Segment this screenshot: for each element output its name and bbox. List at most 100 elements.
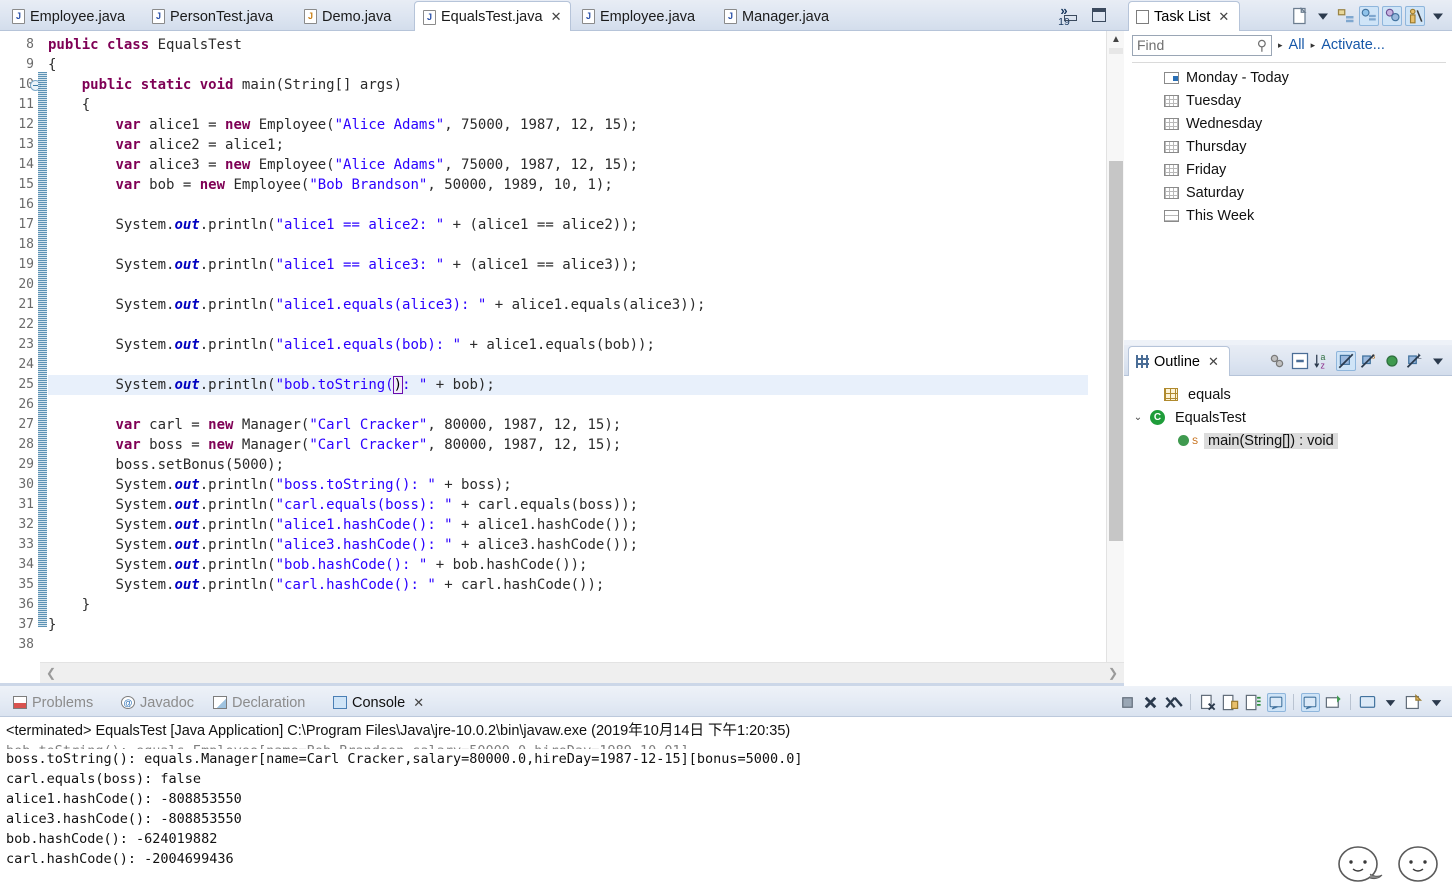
line-number: 32 xyxy=(18,517,34,532)
code-token: } xyxy=(81,597,91,613)
filter-activate-link[interactable]: Activate... xyxy=(1321,37,1385,53)
code-token: , 80000, 1987, 12, 15); xyxy=(427,437,622,453)
tab-outline[interactable]: Outline ✕ xyxy=(1128,346,1230,376)
editor-tab-bar: J Employee.java J PersonTest.java J Demo.java… xyxy=(0,0,1124,32)
close-icon[interactable]: ✕ xyxy=(413,695,424,711)
close-icon[interactable]: ✕ xyxy=(1218,9,1229,25)
open-console-dropdown-icon[interactable] xyxy=(1427,693,1446,712)
console-output-line: bob.toString(): equals.Employee[name=Bob… xyxy=(6,741,1306,749)
sort-alphabetically-icon[interactable]: az xyxy=(1313,351,1333,371)
show-console-on-output-icon[interactable] xyxy=(1267,692,1286,712)
show-console-on-error-icon[interactable] xyxy=(1301,692,1320,712)
line-number: 12 xyxy=(18,117,34,132)
close-icon[interactable]: ✕ xyxy=(1208,354,1219,370)
minimize-icon xyxy=(1064,15,1077,21)
task-list-item-label: Tuesday xyxy=(1186,92,1242,109)
task-list-item[interactable]: Friday xyxy=(1124,158,1452,181)
editor-horizontal-scrollbar[interactable]: ❮ ❯ xyxy=(40,662,1124,683)
scroll-up-icon[interactable]: ▲ xyxy=(1107,31,1125,48)
editor-vertical-scrollbar[interactable]: ▲ xyxy=(1106,31,1124,662)
console-tab-javadoc[interactable]: @ Javadoc xyxy=(114,689,201,716)
outline-item[interactable]: equals xyxy=(1124,383,1452,406)
task-list-item[interactable]: Saturday xyxy=(1124,181,1452,204)
collapse-all-icon[interactable] xyxy=(1290,351,1310,371)
task-list-view: Task List ✕ Find ⚲ ▸ All ▸ Activate... M… xyxy=(1124,0,1452,340)
line-number: 11 xyxy=(18,97,34,112)
task-list-item[interactable]: Thursday xyxy=(1124,135,1452,158)
outline-item[interactable]: ⌄ C EqualsTest xyxy=(1124,406,1452,429)
task-list-item[interactable]: Wednesday xyxy=(1124,112,1452,135)
code-token: "Bob Brandson" xyxy=(309,177,428,193)
categorize-icon[interactable] xyxy=(1336,6,1356,26)
console-output[interactable]: bob.toString(): equals.Employee[name=Bob… xyxy=(6,741,1306,869)
minimize-editor-button[interactable] xyxy=(1064,8,1082,24)
editor-tab-0[interactable]: J Employee.java xyxy=(4,2,134,31)
console-panel: Problems @ Javadoc Declaration Console ✕ <ter… xyxy=(0,686,1452,882)
new-task-icon[interactable] xyxy=(1290,6,1310,26)
code-token: + alice1.equals(alice3)); xyxy=(486,297,706,313)
console-output-line: alice1.hashCode(): -808853550 xyxy=(6,791,242,807)
display-selected-console-icon[interactable] xyxy=(1358,693,1377,712)
code-token: Employee( xyxy=(250,157,335,173)
line-number-gutter[interactable]: 8 9 10 11 12 13 14 15 16 17 18 19 20 21 22 23 24 25 26 27 28… xyxy=(0,31,41,662)
console-tab-console[interactable]: Console ✕ xyxy=(326,689,431,716)
code-token: + bob); xyxy=(427,377,495,393)
scroll-left-icon[interactable]: ❮ xyxy=(42,663,60,684)
tab-task-list[interactable]: Task List ✕ xyxy=(1128,1,1241,31)
outline-item-label: main(String[]) : void xyxy=(1204,432,1338,449)
editor-tab-3[interactable]: J EqualsTest.java ✕ xyxy=(414,1,572,32)
hide-non-public-icon[interactable] xyxy=(1382,351,1402,371)
hide-static-fields-icon[interactable]: s xyxy=(1359,351,1379,371)
static-marker-icon: S xyxy=(1192,435,1199,446)
code-token: System. xyxy=(115,517,175,533)
presentation-icon[interactable] xyxy=(1359,5,1379,26)
remove-launch-icon[interactable] xyxy=(1141,693,1160,712)
chevron-down-icon[interactable]: ⌄ xyxy=(1132,412,1144,423)
new-task-dropdown-icon[interactable] xyxy=(1313,6,1333,26)
class-icon: C xyxy=(1150,410,1165,425)
filter-all-link[interactable]: All xyxy=(1289,37,1305,53)
code-text[interactable]: public class EqualsTest { public static v… xyxy=(48,31,1088,662)
code-token: boss = xyxy=(140,437,209,453)
terminate-all-icon[interactable] xyxy=(1118,693,1137,712)
code-token: var xyxy=(115,117,141,133)
code-line: System.out.println("alice1.equals(alice3… xyxy=(48,295,705,315)
console-tab-declaration[interactable]: Declaration xyxy=(206,689,312,716)
pin-console-icon[interactable] xyxy=(1324,693,1343,712)
hide-fields-icon[interactable] xyxy=(1336,350,1356,371)
task-list-item[interactable]: Monday - Today xyxy=(1124,66,1452,89)
task-list-item[interactable]: This Week xyxy=(1124,204,1452,227)
scroll-lock-icon[interactable] xyxy=(1221,693,1240,712)
synchronize-changed-icon[interactable] xyxy=(1405,5,1425,26)
clear-console-icon[interactable] xyxy=(1198,693,1217,712)
editor-tab-4[interactable]: J Employee.java xyxy=(574,2,704,31)
code-token: .println( xyxy=(199,337,276,353)
search-icon[interactable]: ⚲ xyxy=(1257,37,1267,54)
code-line: System.out.println("bob.hashCode(): " + … xyxy=(48,555,587,575)
open-console-icon[interactable] xyxy=(1404,693,1423,712)
vertical-scroll-thumb[interactable] xyxy=(1109,161,1123,541)
display-selected-console-dropdown-icon[interactable] xyxy=(1381,693,1400,712)
console-icon xyxy=(333,696,347,709)
code-token: { xyxy=(48,57,57,73)
view-menu-icon[interactable] xyxy=(1428,6,1448,26)
find-input[interactable]: Find ⚲ xyxy=(1132,34,1272,56)
close-icon[interactable]: ✕ xyxy=(551,9,562,25)
editor-tab-5[interactable]: J Manager.java xyxy=(716,2,838,31)
task-list-filter-row: Find ⚲ ▸ All ▸ Activate... xyxy=(1124,31,1452,59)
focus-on-active-task-icon[interactable] xyxy=(1267,351,1287,371)
console-tab-problems[interactable]: Problems xyxy=(6,689,100,716)
editor-tab-2[interactable]: J Demo.java xyxy=(296,2,400,31)
task-list-item[interactable]: Tuesday xyxy=(1124,89,1452,112)
focus-workweek-icon[interactable] xyxy=(1382,5,1402,26)
outline-item[interactable]: Smain(String[]) : void xyxy=(1124,429,1452,452)
word-wrap-icon[interactable] xyxy=(1244,693,1263,712)
editor-tab-1[interactable]: J PersonTest.java xyxy=(144,2,282,31)
hide-local-types-icon[interactable]: L xyxy=(1405,351,1425,371)
view-menu-icon[interactable] xyxy=(1428,351,1448,371)
line-number: 15 xyxy=(18,177,34,192)
code-line: } xyxy=(48,595,90,615)
maximize-editor-button[interactable] xyxy=(1092,8,1110,24)
remove-all-launches-icon[interactable] xyxy=(1164,693,1183,712)
scroll-right-icon[interactable]: ❯ xyxy=(1104,663,1122,684)
